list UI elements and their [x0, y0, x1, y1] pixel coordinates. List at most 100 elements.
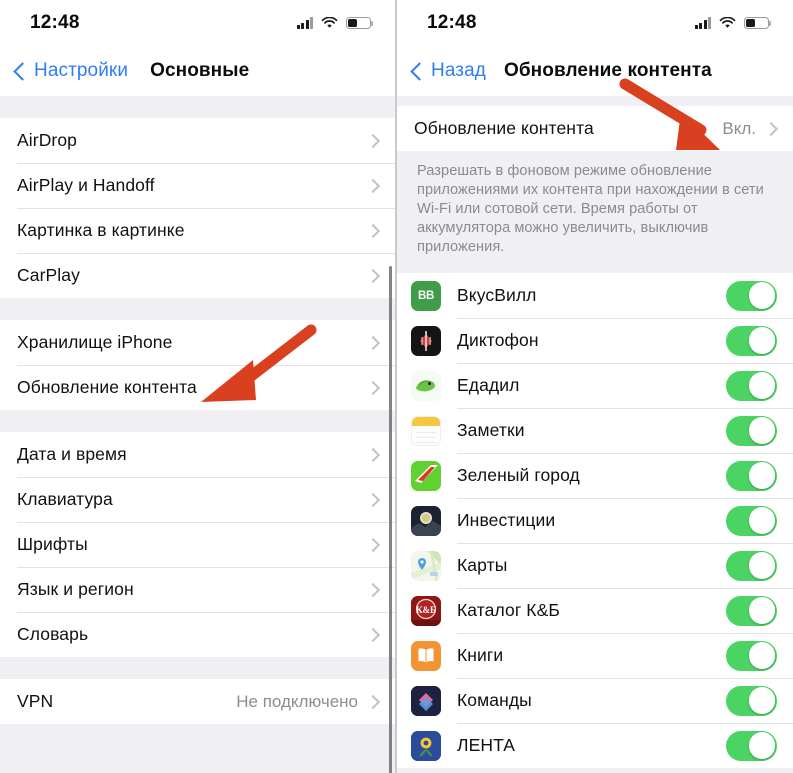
app-row-diktofon[interactable]: Диктофон	[397, 318, 793, 363]
nav-bar-right: Назад Обновление контента	[397, 46, 793, 96]
row-label: Клавиатура	[17, 489, 113, 509]
row-value: Вкл.	[722, 118, 756, 138]
left-phone-screen: 12:48 Настройки Основные AirDrop AirPlay…	[0, 0, 395, 773]
books-app-icon	[411, 640, 441, 671]
settings-row-background-app-refresh[interactable]: Обновление контента	[0, 365, 395, 410]
app-name: Книги	[457, 645, 504, 665]
app-row-investicii[interactable]: Инвестиции	[397, 498, 793, 543]
notes-app-icon	[411, 415, 441, 446]
svg-text:К&Б: К&Б	[416, 605, 436, 615]
app-toggle[interactable]	[726, 415, 777, 446]
settings-row-keyboard[interactable]: Клавиатура	[0, 477, 395, 522]
list-gap	[0, 298, 395, 320]
settings-row-date-time[interactable]: Дата и время	[0, 432, 395, 477]
app-row-lenta[interactable]: ЛЕНТА	[397, 723, 793, 768]
app-row-katalog-kb[interactable]: К&Б Каталог К&Б	[397, 588, 793, 633]
settings-group-localization: Дата и время Клавиатура Шрифты Язык и ре…	[0, 432, 395, 657]
cellular-signal-icon	[694, 17, 711, 29]
app-name: Заметки	[457, 420, 525, 440]
chevron-right-icon	[365, 537, 381, 552]
master-setting-group: Обновление контента Вкл.	[397, 106, 793, 151]
app-row-zeleny-gorod[interactable]: Зеленый город	[397, 453, 793, 498]
cellular-signal-icon	[296, 17, 313, 29]
katalog-kb-app-icon: К&Б	[411, 595, 441, 626]
lenta-app-icon	[411, 730, 441, 761]
app-name: Команды	[457, 690, 532, 710]
settings-row-dictionary[interactable]: Словарь	[0, 612, 395, 657]
nav-bar-left: Настройки Основные	[0, 46, 395, 96]
chevron-right-icon	[365, 335, 381, 350]
app-name: Каталог К&Б	[457, 600, 560, 620]
chevron-right-icon	[365, 133, 381, 148]
app-name: Зеленый город	[457, 465, 580, 485]
app-toggle[interactable]	[726, 550, 777, 581]
vkusvill-app-icon: ВВ	[411, 280, 441, 311]
settings-row-vpn[interactable]: VPN Не подключено	[0, 679, 395, 724]
app-toggle[interactable]	[726, 640, 777, 671]
dual-phone-screenshot: 12:48 Настройки Основные AirDrop AirPlay…	[0, 0, 793, 773]
app-name: ЛЕНТА	[457, 735, 516, 755]
chevron-left-icon	[410, 61, 429, 81]
chevron-left-icon	[13, 61, 32, 81]
voice-memos-app-icon	[411, 325, 441, 356]
row-label: AirDrop	[17, 130, 78, 150]
edadil-app-icon	[411, 370, 441, 401]
settings-row-background-refresh-master[interactable]: Обновление контента Вкл.	[397, 106, 793, 151]
settings-row-airdrop[interactable]: AirDrop	[0, 118, 395, 163]
app-toggle[interactable]	[726, 460, 777, 491]
row-value: Не подключено	[236, 691, 358, 711]
settings-row-carplay[interactable]: CarPlay	[0, 253, 395, 298]
background-refresh-list[interactable]: Обновление контента Вкл. Разрешать в фон…	[397, 96, 793, 773]
app-toggle[interactable]	[726, 730, 777, 761]
app-name: Карты	[457, 555, 508, 575]
row-label: Язык и регион	[17, 579, 134, 599]
status-icons	[694, 17, 772, 29]
chevron-right-icon	[365, 447, 381, 462]
app-toggle[interactable]	[726, 280, 777, 311]
row-label: AirPlay и Handoff	[17, 175, 155, 195]
app-name: Инвестиции	[457, 510, 556, 530]
wifi-icon	[321, 17, 338, 29]
shortcuts-app-icon	[411, 685, 441, 716]
app-row-vkusvill[interactable]: ВВ ВкусВилл	[397, 273, 793, 318]
app-toggle[interactable]	[726, 505, 777, 536]
back-button-settings[interactable]: Настройки	[13, 60, 128, 82]
app-toggle[interactable]	[726, 325, 777, 356]
chevron-right-icon	[763, 121, 779, 136]
app-row-karty[interactable]: Карты	[397, 543, 793, 588]
battery-icon	[744, 17, 772, 29]
back-button-назад[interactable]: Назад	[410, 60, 486, 82]
app-row-knigi[interactable]: Книги	[397, 633, 793, 678]
settings-list-left[interactable]: AirDrop AirPlay и Handoff Картинка в кар…	[0, 96, 395, 773]
section-footer-note: Разрешать в фоновом режиме обновление пр…	[397, 151, 793, 273]
status-bar-right: 12:48	[397, 0, 793, 46]
settings-row-picture-in-picture[interactable]: Картинка в картинке	[0, 208, 395, 253]
list-gap	[397, 96, 793, 106]
status-time: 12:48	[427, 12, 477, 33]
vertical-scrollbar[interactable]	[389, 266, 392, 773]
app-name: Диктофон	[457, 330, 539, 350]
app-row-zametki[interactable]: Заметки	[397, 408, 793, 453]
app-row-komandy[interactable]: Команды	[397, 678, 793, 723]
app-toggle[interactable]	[726, 685, 777, 716]
app-row-edadil[interactable]: Едадил	[397, 363, 793, 408]
settings-row-airplay-handoff[interactable]: AirPlay и Handoff	[0, 163, 395, 208]
page-title: Обновление контента	[503, 60, 712, 81]
row-label: Дата и время	[17, 444, 127, 464]
settings-row-language-region[interactable]: Язык и регион	[0, 567, 395, 612]
chevron-right-icon	[365, 582, 381, 597]
page-title: Основные	[150, 60, 250, 81]
battery-icon	[346, 17, 374, 29]
status-bar-left: 12:48	[0, 0, 395, 46]
status-icons	[296, 17, 374, 29]
settings-row-fonts[interactable]: Шрифты	[0, 522, 395, 567]
app-name: ВкусВилл	[457, 285, 537, 305]
chevron-right-icon	[365, 627, 381, 642]
row-label: Обновление контента	[414, 118, 594, 138]
settings-row-iphone-storage[interactable]: Хранилище iPhone	[0, 320, 395, 365]
app-toggle[interactable]	[726, 595, 777, 626]
right-phone-screen: 12:48 Назад Обновление контента Обновлен…	[395, 0, 793, 773]
app-toggle[interactable]	[726, 370, 777, 401]
settings-group-vpn: VPN Не подключено	[0, 679, 395, 724]
settings-group-storage: Хранилище iPhone Обновление контента	[0, 320, 395, 410]
